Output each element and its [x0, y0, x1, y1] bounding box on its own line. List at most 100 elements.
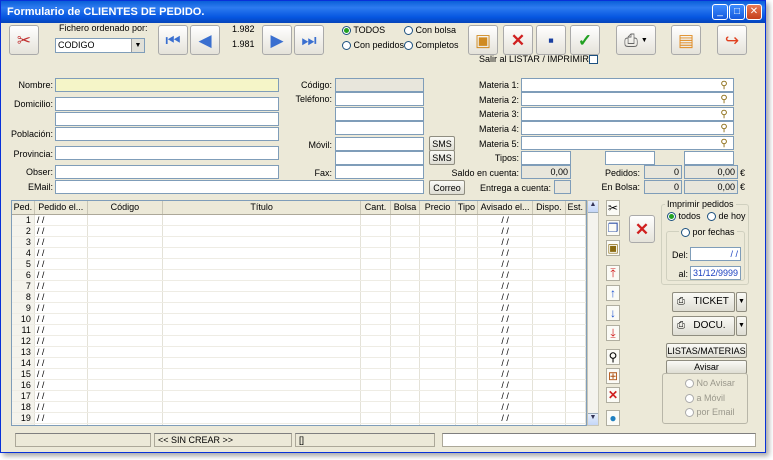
filter-todos[interactable]: TODOS [342, 25, 385, 36]
table-cell[interactable]: / / [34, 225, 88, 237]
table-cell[interactable] [565, 412, 586, 424]
table-cell[interactable] [419, 324, 456, 336]
materia4-input[interactable] [521, 121, 734, 135]
table-row[interactable]: 9/ / / / [12, 302, 586, 314]
table-cell[interactable]: 6 [12, 269, 35, 281]
table-cell[interactable]: 17 [12, 390, 35, 402]
table-cell[interactable] [390, 214, 421, 226]
listas-materias-button[interactable]: LISTAS/MATERIAS [666, 343, 747, 358]
table-cell[interactable]: 18 [12, 401, 35, 413]
table-cell[interactable] [455, 214, 479, 226]
table-row[interactable]: 15/ / / / [12, 368, 586, 380]
table-cell[interactable] [162, 269, 362, 281]
table-cell[interactable] [360, 313, 391, 325]
scroll-down-icon[interactable]: ▼ [588, 413, 598, 425]
table-cell[interactable]: / / [34, 390, 88, 402]
table-cell[interactable]: / / [477, 225, 534, 237]
table-cell[interactable] [419, 335, 456, 347]
table-row[interactable]: 2/ / / / [12, 225, 586, 237]
table-cell[interactable] [162, 291, 362, 303]
table-cell[interactable] [360, 335, 391, 347]
table-cell[interactable]: / / [34, 258, 88, 270]
table-cell[interactable] [162, 225, 362, 237]
table-row[interactable]: 14/ / / / [12, 357, 586, 369]
table-cell[interactable] [532, 368, 566, 380]
delete-button[interactable]: ✕ [503, 25, 533, 55]
table-cell[interactable] [390, 302, 421, 314]
table-cell[interactable]: 2 [12, 225, 35, 237]
table-cell[interactable] [565, 335, 586, 347]
table-cell[interactable] [360, 357, 391, 369]
table-cell[interactable] [565, 313, 586, 325]
table-cell[interactable] [532, 390, 566, 402]
table-row[interactable]: 12/ / / / [12, 335, 586, 347]
exit-button[interactable]: ↪ [717, 25, 747, 55]
table-cell[interactable] [87, 258, 163, 270]
table-cell[interactable] [532, 401, 566, 413]
table-cell[interactable]: / / [34, 412, 88, 424]
table-cell[interactable] [455, 225, 479, 237]
obser-input[interactable] [55, 165, 279, 179]
table-cell[interactable] [390, 346, 421, 358]
table-cell[interactable] [390, 269, 421, 281]
table-cell[interactable] [162, 357, 362, 369]
table-row[interactable]: 13/ / / / [12, 346, 586, 358]
table-cell[interactable] [360, 236, 391, 248]
table-cell[interactable] [360, 346, 391, 358]
table-cell[interactable] [87, 368, 163, 380]
sms2-button[interactable]: SMS [429, 150, 455, 165]
table-cell[interactable]: / / [34, 357, 88, 369]
table-cell[interactable] [360, 423, 391, 425]
table-cell[interactable] [419, 390, 456, 402]
print-por-fechas-radio[interactable]: por fechas [679, 227, 737, 238]
cut-button[interactable]: ✂ [606, 200, 620, 216]
table-cell[interactable] [360, 390, 391, 402]
move-up-button[interactable]: ↑ [606, 285, 620, 301]
table-cell[interactable]: / / [477, 236, 534, 248]
minimize-button[interactable]: _ [712, 4, 728, 20]
cancel-print-button[interactable]: ✕ [629, 215, 655, 243]
table-cell[interactable] [565, 357, 586, 369]
fax-input[interactable] [335, 165, 424, 179]
table-cell[interactable] [565, 269, 586, 281]
table-cell[interactable]: 20 [12, 423, 35, 425]
table-cell[interactable] [390, 247, 421, 259]
column-header[interactable]: Precio [419, 201, 456, 215]
movil2-input[interactable] [335, 151, 424, 165]
table-cell[interactable]: 16 [12, 379, 35, 391]
table-cell[interactable]: / / [34, 280, 88, 292]
table-cell[interactable] [360, 247, 391, 259]
table-cell[interactable] [532, 379, 566, 391]
table-cell[interactable] [419, 269, 456, 281]
table-cell[interactable] [87, 335, 163, 347]
table-cell[interactable] [419, 379, 456, 391]
table-cell[interactable] [419, 214, 456, 226]
domicilio-input[interactable] [55, 97, 279, 111]
tools-button[interactable]: ✂ [9, 25, 39, 55]
telefono-input[interactable] [335, 92, 424, 106]
table-cell[interactable] [455, 357, 479, 369]
table-row[interactable]: 10/ / / / [12, 313, 586, 325]
table-cell[interactable] [419, 247, 456, 259]
table-cell[interactable]: / / [477, 324, 534, 336]
search-icon[interactable]: ⚲ [717, 79, 731, 92]
table-cell[interactable]: / / [34, 247, 88, 259]
table-cell[interactable] [162, 247, 362, 259]
table-cell[interactable] [419, 423, 456, 425]
table-cell[interactable] [455, 412, 479, 424]
table-cell[interactable] [565, 401, 586, 413]
move-top-button[interactable]: ⤒ [606, 265, 620, 281]
table-cell[interactable] [162, 258, 362, 270]
table-cell[interactable]: 11 [12, 324, 35, 336]
web-button[interactable]: ● [606, 410, 620, 426]
column-header[interactable]: Pedido el... [34, 201, 88, 215]
email-input[interactable] [55, 180, 424, 194]
table-cell[interactable]: 13 [12, 346, 35, 358]
table-cell[interactable]: / / [34, 346, 88, 358]
maximize-button[interactable]: □ [729, 4, 745, 20]
table-cell[interactable]: 1 [12, 214, 35, 226]
table-cell[interactable] [532, 302, 566, 314]
table-cell[interactable] [87, 401, 163, 413]
column-header[interactable]: Dispo. [532, 201, 566, 215]
table-cell[interactable] [532, 412, 566, 424]
